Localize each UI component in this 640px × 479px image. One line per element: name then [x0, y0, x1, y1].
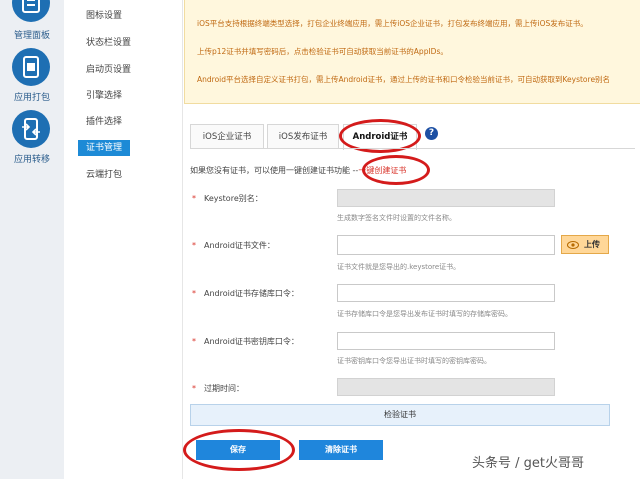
- help-icon[interactable]: ?: [425, 127, 438, 140]
- clear-certificate-button[interactable]: 清除证书: [299, 440, 383, 460]
- notice-line: Android平台选择自定义证书打包，需上传Android证书，通过上传的证书和…: [197, 75, 611, 84]
- keystore-alias-label-text: Keystore别名：: [204, 194, 263, 203]
- subnav-item-icon-settings[interactable]: 图标设置: [78, 8, 130, 24]
- required-mark: *: [192, 384, 196, 393]
- sidebar-item-label: 应用转移: [13, 155, 50, 165]
- expiry-input: [337, 378, 555, 396]
- eye-icon: [567, 241, 579, 249]
- keystore-alias-hint: 生成数字签名文件时设置的文件名称。: [337, 214, 456, 222]
- dashboard-icon: [12, 0, 50, 22]
- tab-ios-distribution[interactable]: iOS发布证书: [267, 124, 339, 149]
- cert-file-label-text: Android证书文件：: [204, 241, 275, 250]
- store-password-label-text: Android证书存储库口令：: [204, 289, 299, 298]
- cert-file-label: * Android证书文件：: [192, 240, 275, 251]
- subnav-item-cloud-packaging[interactable]: 云端打包: [78, 167, 130, 183]
- required-mark: *: [192, 289, 196, 298]
- sidebar-item-dashboard[interactable]: 管理面板: [0, 0, 64, 41]
- subnav-item-plugin-select[interactable]: 插件选择: [78, 114, 130, 130]
- tab-ios-enterprise[interactable]: iOS企业证书: [190, 124, 264, 149]
- store-password-label: * Android证书存储库口令：: [192, 288, 299, 299]
- sidebar-item-transfer[interactable]: 应用转移: [0, 110, 64, 168]
- sidebar-item-label: 应用打包: [13, 93, 50, 103]
- keystore-alias-input[interactable]: [337, 189, 555, 207]
- required-mark: *: [192, 241, 196, 250]
- transfer-icon: [12, 110, 50, 148]
- subnav-item-engine-select[interactable]: 引擎选择: [78, 88, 130, 104]
- left-sidebar: 管理面板 应用打包 应用转移: [0, 0, 65, 479]
- sidebar-item-package[interactable]: 应用打包: [0, 48, 64, 106]
- expiry-label-text: 过期时间：: [204, 384, 244, 393]
- sub-navigation: 图标设置 状态栏设置 启动页设置 引擎选择 插件选择 证书管理 云端打包: [64, 0, 183, 479]
- cert-file-hint: 证书文件就是您导出的.keystore证书。: [337, 263, 461, 271]
- watermark: 头条号 / get火哥哥: [472, 456, 584, 471]
- expiry-label: * 过期时间：: [192, 383, 244, 394]
- intro-text-label: 如果您没有证书，可以使用一键创建证书功能 --: [190, 166, 359, 175]
- required-mark: *: [192, 337, 196, 346]
- upload-button[interactable]: 上传: [561, 235, 609, 254]
- notice-line: 上传p12证书并填写密码后，点击检验证书可自动获取当前证书的AppIDs。: [197, 47, 448, 56]
- key-password-hint: 证书密钥库口令您导出证书时填写的密钥库密码。: [337, 357, 491, 365]
- keystore-alias-label: * Keystore别名：: [192, 193, 263, 204]
- subnav-item-launch-settings[interactable]: 启动页设置: [78, 62, 139, 78]
- key-password-input[interactable]: [337, 332, 555, 350]
- required-mark: *: [192, 194, 196, 203]
- key-password-label-text: Android证书密钥库口令：: [204, 337, 299, 346]
- key-password-label: * Android证书密钥库口令：: [192, 336, 299, 347]
- subnav-item-certificate-management[interactable]: 证书管理: [78, 140, 131, 156]
- notice-line: iOS平台支持根据终端类型选择，打包企业终端应用，需上传iOS企业证书，打包发布…: [197, 19, 588, 28]
- highlight-ring: [183, 429, 295, 471]
- subnav-item-statusbar-settings[interactable]: 状态栏设置: [78, 35, 139, 51]
- cert-file-input[interactable]: [337, 235, 555, 255]
- upload-label: 上传: [584, 240, 600, 249]
- store-password-input[interactable]: [337, 284, 555, 302]
- tabs-divider: [190, 148, 635, 149]
- highlight-ring: [362, 155, 430, 185]
- verify-certificate-button[interactable]: 检验证书: [190, 404, 610, 426]
- sidebar-item-label: 管理面板: [13, 31, 50, 41]
- package-icon: [12, 48, 50, 86]
- store-password-hint: 证书存储库口令是您导出发布证书时填写的存储库密码。: [337, 310, 512, 318]
- notice-box: iOS平台支持根据终端类型选择，打包企业终端应用，需上传iOS企业证书，打包发布…: [184, 0, 640, 104]
